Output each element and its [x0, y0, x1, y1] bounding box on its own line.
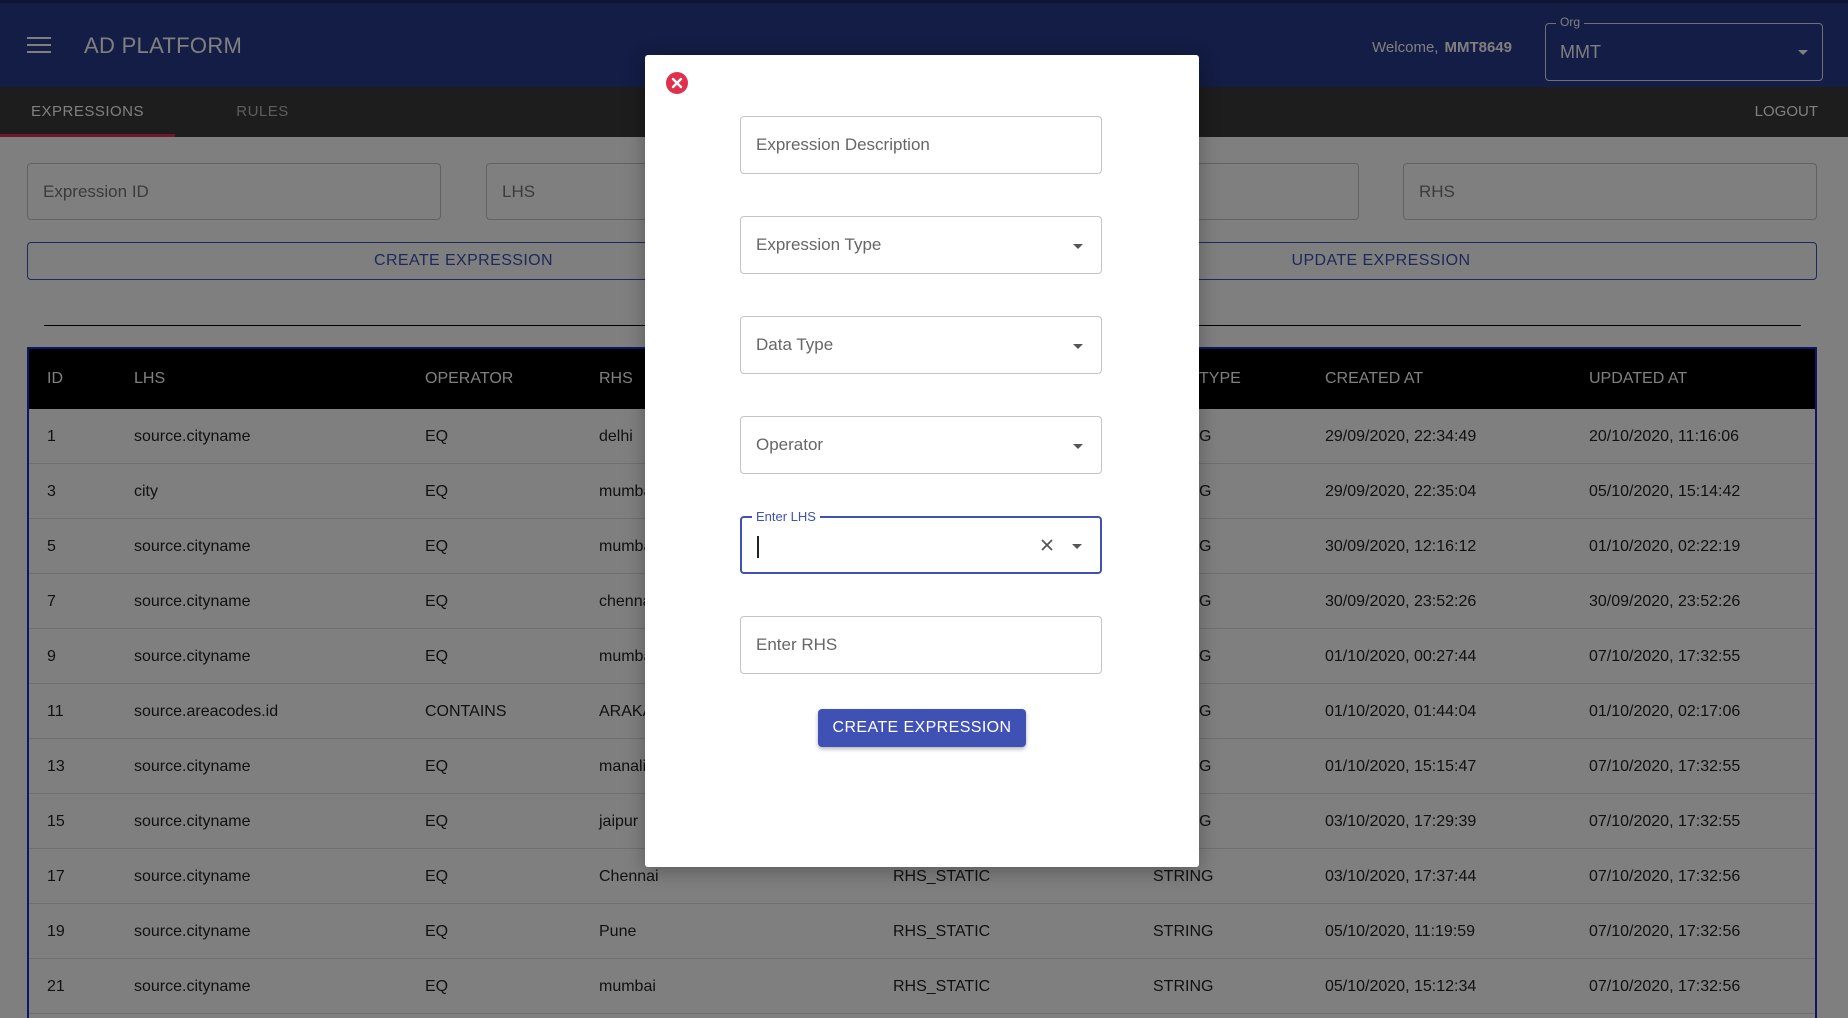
clear-icon[interactable] — [1036, 534, 1058, 556]
data-type-select[interactable]: Data Type — [740, 316, 1102, 374]
create-expression-dialog: Expression Description Expression Type D… — [645, 55, 1199, 867]
chevron-down-icon — [1073, 444, 1083, 449]
chevron-down-icon — [1073, 244, 1083, 249]
expression-description-placeholder: Expression Description — [756, 135, 930, 154]
operator-placeholder: Operator — [756, 435, 824, 454]
chevron-down-icon — [1073, 344, 1083, 349]
data-type-placeholder: Data Type — [756, 335, 834, 354]
close-icon[interactable] — [666, 72, 688, 94]
lhs-field-label: Enter LHS — [752, 509, 820, 524]
expression-type-placeholder: Expression Type — [756, 235, 882, 254]
lhs-autocomplete-input[interactable]: Enter LHS — [740, 509, 1102, 574]
rhs-input-field[interactable]: Enter RHS — [740, 616, 1102, 674]
submit-create-expression-button[interactable]: CREATE EXPRESSION — [818, 709, 1026, 747]
rhs-placeholder: Enter RHS — [756, 635, 838, 654]
text-cursor — [757, 536, 759, 558]
chevron-down-icon[interactable] — [1072, 544, 1082, 549]
expression-type-select[interactable]: Expression Type — [740, 216, 1102, 274]
expression-description-input[interactable]: Expression Description — [740, 116, 1102, 174]
operator-select[interactable]: Operator — [740, 416, 1102, 474]
